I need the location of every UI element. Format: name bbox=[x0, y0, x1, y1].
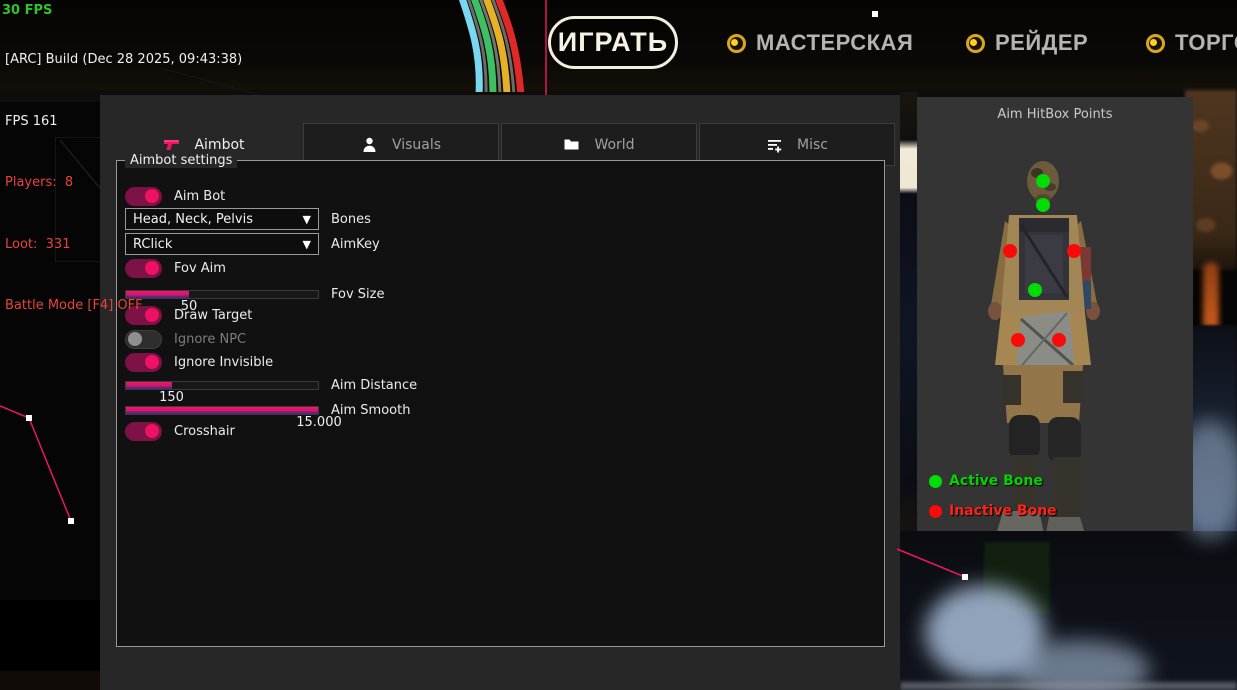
chevron-down-icon: ▼ bbox=[303, 238, 311, 251]
active-bone-dot-icon bbox=[929, 475, 942, 488]
aim-distance-row: 150 Aim Distance bbox=[125, 374, 417, 396]
hitbox-point-head bbox=[1036, 174, 1050, 188]
menu-item-trade[interactable]: ТОРГО bbox=[1146, 30, 1237, 56]
filter-plus-icon bbox=[766, 136, 783, 153]
inactive-bone-dot-icon bbox=[929, 505, 942, 518]
aim-distance-slider[interactable] bbox=[125, 381, 319, 390]
game-screen: 30 FPS [ARC] Build (Dec 28 2025, 09:43:3… bbox=[0, 0, 1237, 690]
aim-smooth-value: 15.000 bbox=[296, 415, 342, 430]
coin-icon bbox=[966, 34, 985, 53]
aim-smooth-row: 15.000 Aim Smooth bbox=[125, 399, 410, 421]
legend-active-bone: Active Bone bbox=[929, 473, 1043, 489]
crosshair-row: Crosshair bbox=[125, 420, 235, 442]
hitbox-point-right-hip bbox=[1052, 333, 1066, 347]
menu-item-workshop[interactable]: МАСТЕРСКАЯ bbox=[727, 30, 913, 56]
menu-item-raider[interactable]: РЕЙДЕР bbox=[966, 30, 1088, 56]
hud-battlemode-line: Battle Mode [F4] OFF bbox=[5, 296, 242, 317]
hud-build-line: [ARC] Build (Dec 28 2025, 09:43:38) bbox=[5, 50, 242, 71]
hitbox-point-left-hip bbox=[1011, 333, 1025, 347]
hud-fps-line: FPS 161 bbox=[5, 112, 242, 133]
hitbox-point-neck bbox=[1036, 198, 1050, 212]
chevron-down-icon: ▼ bbox=[303, 213, 311, 226]
hitbox-preview-panel: Aim HitBox Points bbox=[917, 97, 1193, 531]
hitbox-point-right-shoulder bbox=[1067, 244, 1081, 258]
hitbox-point-pelvis bbox=[1028, 283, 1042, 297]
folder-icon bbox=[563, 136, 580, 153]
coin-icon bbox=[727, 34, 746, 53]
hitbox-point-left-shoulder bbox=[1003, 244, 1017, 258]
play-button[interactable]: ИГРАТЬ bbox=[548, 16, 678, 69]
hud-loot-line: Loot: 331 bbox=[5, 235, 242, 256]
legend-inactive-bone: Inactive Bone bbox=[929, 503, 1057, 519]
coin-icon bbox=[1146, 34, 1165, 53]
person-icon bbox=[361, 136, 378, 153]
hud-players-line: Players: 8 bbox=[5, 173, 242, 194]
player-model-preview bbox=[917, 97, 1193, 531]
toggle-knob bbox=[145, 424, 159, 438]
crosshair-toggle[interactable] bbox=[125, 422, 162, 441]
aim-smooth-slider[interactable] bbox=[125, 406, 319, 415]
hud-overlay: 30 FPS [ARC] Build (Dec 28 2025, 09:43:3… bbox=[5, 0, 22, 82]
